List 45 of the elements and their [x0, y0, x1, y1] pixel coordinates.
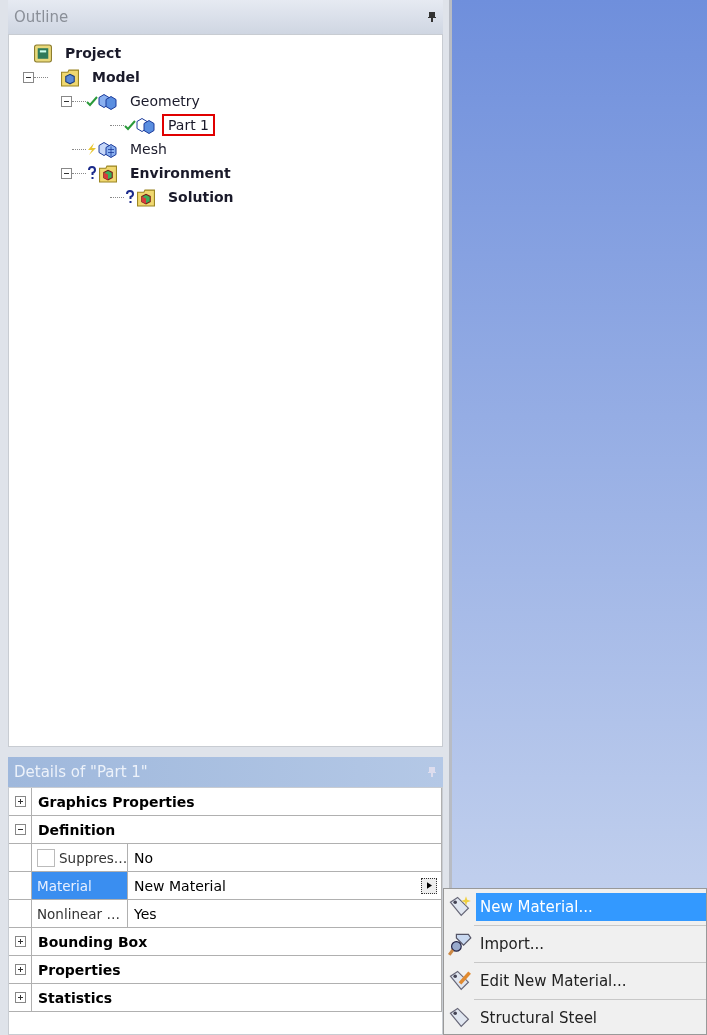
collapse-toggle[interactable] — [61, 167, 72, 179]
import-icon — [448, 932, 472, 956]
tree-item[interactable]: Solution — [162, 186, 240, 208]
folder-icon — [98, 163, 118, 183]
folder-icon — [136, 187, 156, 207]
property-value: New Material — [134, 877, 226, 894]
collapse-toggle[interactable] — [61, 95, 72, 107]
tag-icon — [448, 1006, 472, 1030]
pin-icon[interactable] — [427, 11, 437, 23]
tree-item[interactable]: Model — [86, 66, 146, 88]
property-value: Yes — [134, 905, 157, 922]
menu-item[interactable]: Import... — [476, 930, 706, 958]
group-header[interactable]: Definition — [31, 816, 442, 843]
tree-item[interactable]: Geometry — [124, 90, 206, 112]
panel-title: Details of "Part 1" — [14, 763, 148, 781]
expand-toggle[interactable] — [14, 796, 26, 807]
expand-toggle[interactable] — [14, 936, 26, 947]
folder-icon — [60, 67, 80, 87]
tree-item[interactable]: Project — [59, 42, 128, 64]
group-header[interactable]: Statistics — [31, 984, 442, 1011]
expand-toggle[interactable] — [14, 964, 26, 975]
property-label[interactable]: Suppres… — [31, 844, 128, 871]
caret-icon — [426, 882, 432, 889]
group-header[interactable]: Bounding Box — [31, 928, 442, 955]
cubes-icon — [98, 91, 118, 111]
dropdown-button[interactable] — [421, 877, 437, 894]
tree-item[interactable]: Environment — [124, 162, 237, 184]
tree-item[interactable]: Part 1 — [162, 114, 215, 136]
tag-new-icon — [448, 895, 472, 919]
group-header[interactable]: Properties — [31, 956, 442, 983]
expand-toggle[interactable] — [14, 824, 26, 835]
project-icon — [33, 43, 53, 63]
menu-item[interactable]: Edit New Material... — [476, 967, 706, 995]
property-label[interactable]: Nonlinear … — [31, 900, 128, 927]
group-header[interactable]: Graphics Properties — [31, 788, 442, 815]
collapse-toggle[interactable] — [23, 71, 34, 83]
tree-item[interactable]: Mesh — [124, 138, 173, 160]
mesh-cubes-icon — [98, 139, 118, 159]
expand-toggle[interactable] — [14, 992, 26, 1003]
panel-title: Outline — [14, 8, 69, 26]
cubes-icon — [136, 115, 156, 135]
checkbox[interactable] — [37, 848, 55, 867]
property-value: No — [134, 849, 154, 866]
menu-item[interactable]: Structural Steel — [476, 1004, 706, 1032]
tag-edit-icon — [448, 969, 472, 993]
